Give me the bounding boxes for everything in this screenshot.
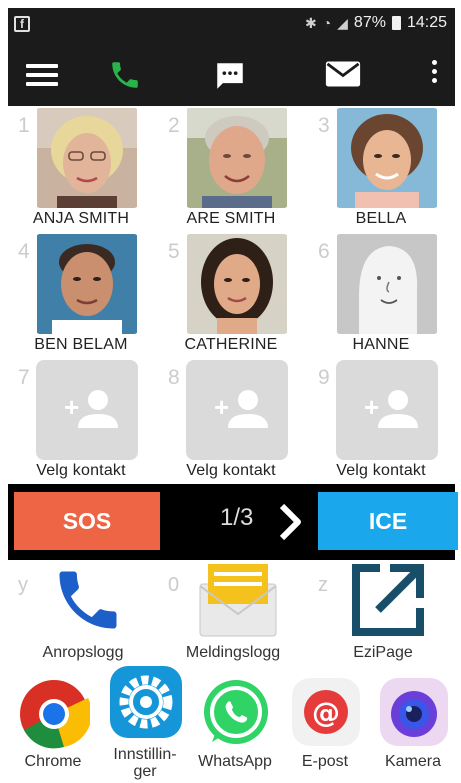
message-log-shortcut[interactable]: 0 Meldingslogg [158,562,308,672]
mail-icon[interactable] [324,60,362,88]
svg-text:+: + [364,392,379,422]
app-label: Kamera [384,753,442,770]
speed-dial-number: 5 [168,240,180,263]
speed-dial-number: 1 [18,114,30,137]
contact-name: CATHERINE [184,336,278,353]
whatsapp-icon [204,680,268,744]
contact-name: ANJA SMITH [32,210,130,227]
app-dock: Chrome Innstillin- ger WhatsApp @ E-post [8,666,458,783]
page-indicator: 1/3 [220,504,254,531]
call-log-icon [59,571,117,629]
settings-app[interactable]: Innstillin- ger [100,666,190,783]
contact-tile[interactable]: 3 BELLA [308,106,458,232]
shortcut-label: Anropslogg [42,644,124,661]
ezipage-shortcut[interactable]: z EziPage [308,562,458,672]
add-contact-tile[interactable]: 7 + Velg kontakt [8,358,158,484]
shortcut-label: EziPage [353,644,413,661]
bluetooth-icon: ✱ [304,14,317,31]
camera-icon [380,678,448,746]
speed-dial-number: 9 [318,366,330,389]
default-avatar-icon [337,234,437,334]
battery-percentage: 87% [353,14,386,31]
menu-icon[interactable] [26,64,58,86]
clock: 14:25 [406,14,447,31]
contact-tile[interactable]: 2 ARE SMITH [158,106,308,232]
battery-icon [391,16,401,30]
ice-button[interactable]: ICE [318,492,458,550]
more-vert-icon[interactable] [432,60,438,87]
contact-photo [37,108,137,208]
app-label: WhatsApp [198,753,272,770]
speed-dial-number: 8 [168,366,180,389]
add-contact-tile[interactable]: 9 + Velg kontakt [308,358,458,484]
speed-dial-number: 4 [18,240,30,263]
add-contact-icon: + [336,360,438,460]
contact-name: ARE SMITH [186,210,276,227]
speed-dial-number: 3 [318,114,330,137]
contact-photo [37,234,137,334]
app-label: Innstillin- ger [113,746,177,780]
chrome-app[interactable]: Chrome [8,672,98,783]
next-page-icon[interactable] [276,502,306,542]
signal-icon: ◢ [337,14,348,31]
shortcut-key: z [318,574,328,596]
shortcut-key: y [18,574,28,596]
whatsapp-app[interactable]: WhatsApp [190,672,280,783]
contact-tile[interactable]: 5 CATHERINE [158,232,308,358]
status-bar: f ✱ ◔ ◢ 87% 14:25 [8,8,455,40]
email-app[interactable]: @ E-post [280,672,370,783]
contact-photo [187,108,287,208]
message-icon[interactable] [212,59,248,93]
contact-name: Velg kontakt [36,462,126,479]
status-icons: ✱ ◔ ◢ 87% 14:25 [305,14,447,32]
shortcut-row: y Anropslogg 0 Meldingslogg z EziPage [8,562,455,672]
facebook-icon: f [14,16,30,32]
chrome-icon [20,680,90,749]
call-log-shortcut[interactable]: y Anropslogg [8,562,158,672]
contact-name: BEN BELAM [34,336,128,353]
app-toolbar [8,40,455,106]
add-contact-icon: + [36,360,138,460]
email-icon: @ [292,678,360,746]
contact-photo [337,108,437,208]
app-label: Chrome [24,753,82,770]
contact-tile[interactable]: 6 HANNE [308,232,458,358]
speed-dial-number: 6 [318,240,330,263]
sos-button[interactable]: SOS [14,492,160,550]
svg-text:+: + [64,392,79,422]
app-label: E-post [301,753,349,770]
svg-text:+: + [214,392,229,422]
envelope-icon [199,564,277,637]
contact-tile[interactable]: 4 BEN BELAM [8,232,158,358]
svg-text:@: @ [312,696,340,729]
camera-app[interactable]: Kamera [368,672,458,783]
add-contact-tile[interactable]: 8 + Velg kontakt [158,358,308,484]
shortcut-key: 0 [168,574,180,596]
speed-dial-number: 2 [168,114,180,137]
contact-name: Velg kontakt [186,462,276,479]
contact-photo [187,234,287,334]
open-external-icon [352,564,424,636]
phone-icon[interactable] [108,58,142,92]
contact-name: Velg kontakt [336,462,426,479]
add-contact-icon: + [186,360,288,460]
contact-name: HANNE [352,336,410,353]
contact-name: BELLA [355,210,407,227]
gear-icon [110,666,182,738]
action-bar: SOS 1/3 ICE [8,484,458,560]
contact-tile[interactable]: 1 ANJA SMITH [8,106,158,232]
shortcut-label: Meldingslogg [185,644,281,661]
speed-dial-number: 7 [18,366,30,389]
wifi-icon: ◔ [322,15,332,31]
